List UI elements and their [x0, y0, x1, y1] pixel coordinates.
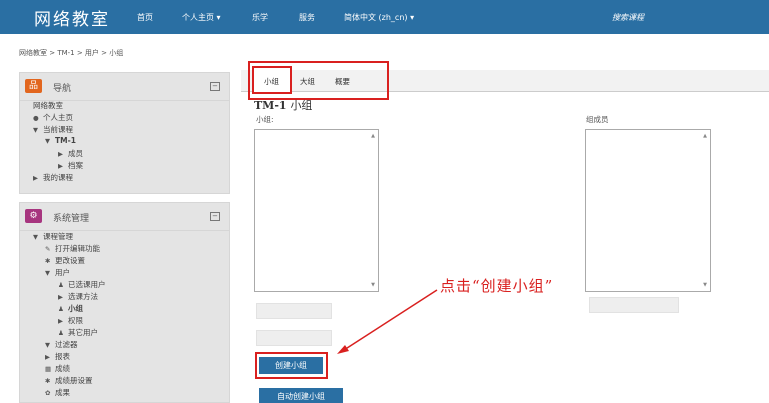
annotation-arrow-icon — [337, 289, 438, 354]
